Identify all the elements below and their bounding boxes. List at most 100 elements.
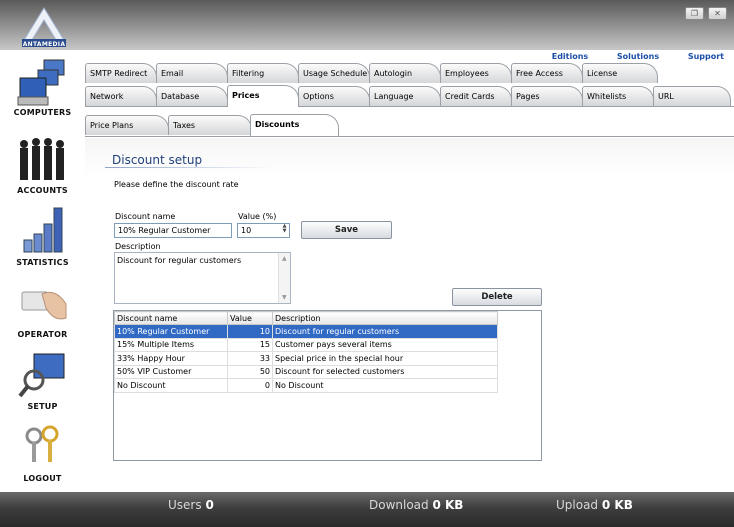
cell-description: No Discount	[272, 378, 498, 393]
main-content: Editions Solutions Support SMTP Redirect…	[85, 50, 734, 492]
status-bar: Users 0 Download 0 KB Upload 0 KB	[0, 492, 734, 527]
cell-description: Discount for selected customers	[272, 364, 498, 379]
tab-filtering[interactable]: Filtering	[227, 63, 299, 83]
description-textarea[interactable]: Discount for regular customers ▲ ▼	[114, 252, 291, 304]
cell-name: 15% Multiple Items	[114, 337, 228, 352]
tab-smtp-redirect[interactable]: SMTP Redirect	[85, 63, 157, 83]
sidebar-item-computers[interactable]: COMPUTERS	[0, 56, 85, 117]
operator-icon	[16, 278, 70, 328]
sidebar-label-accounts: ACCOUNTS	[17, 186, 68, 195]
column-header-description[interactable]: Description	[272, 311, 498, 325]
cell-description: Customer pays several items	[272, 337, 498, 352]
users-value: 0	[205, 498, 214, 512]
cell-name: 33% Happy Hour	[114, 351, 228, 366]
tab-row3-baseline	[85, 136, 734, 137]
cell-description: Special price in the special hour	[272, 351, 498, 366]
sidebar-label-statistics: STATISTICS	[16, 258, 69, 267]
sidebar-label-operator: OPERATOR	[17, 330, 68, 339]
accounts-icon	[16, 134, 70, 184]
description-text: Discount for regular customers	[117, 256, 242, 265]
sidebar-label-logout: LOGOUT	[23, 474, 62, 483]
table-row[interactable]: 33% Happy Hour 33 Special price in the s…	[114, 351, 498, 366]
cell-name: 50% VIP Customer	[114, 364, 228, 379]
cell-description: Discount for regular customers	[272, 324, 498, 339]
setup-icon	[16, 350, 70, 400]
table-row[interactable]: No Discount 0 No Discount	[114, 378, 498, 393]
tab-autologin[interactable]: Autologin	[369, 63, 441, 83]
tab-license[interactable]: License	[582, 63, 658, 83]
download-stat: Download 0 KB	[369, 498, 463, 512]
sidebar-item-setup[interactable]: SETUP	[0, 350, 85, 411]
description-scrollbar[interactable]: ▲ ▼	[278, 253, 290, 303]
section-title: Discount setup	[112, 153, 203, 167]
table-row[interactable]: 10% Regular Customer 10 Discount for reg…	[114, 324, 498, 339]
restore-button[interactable]: ❐	[685, 7, 704, 20]
tab-credit-cards[interactable]: Credit Cards	[440, 86, 512, 106]
tab-email[interactable]: Email	[156, 63, 228, 83]
table-row[interactable]: 50% VIP Customer 50 Discount for selecte…	[114, 364, 498, 379]
value-label: Value (%)	[238, 212, 277, 221]
column-header-value[interactable]: Value	[227, 311, 273, 325]
computers-icon	[16, 56, 70, 106]
table-header-row: Discount name Value Description	[114, 311, 498, 325]
sidebar-item-accounts[interactable]: ACCOUNTS	[0, 134, 85, 195]
section-underline	[105, 167, 275, 168]
delete-button[interactable]: Delete	[452, 288, 542, 306]
tab-employees[interactable]: Employees	[440, 63, 512, 83]
close-button[interactable]: ✕	[708, 7, 727, 20]
discount-name-label: Discount name	[115, 212, 176, 221]
discount-name-input[interactable]	[114, 223, 232, 238]
users-label: Users	[168, 498, 202, 512]
download-value: 0 KB	[432, 498, 464, 512]
solutions-link[interactable]: Solutions	[617, 52, 659, 61]
section-subtitle: Please define the discount rate	[114, 180, 239, 189]
logout-icon	[16, 422, 70, 472]
cell-name: No Discount	[114, 378, 228, 393]
tab-row2-baseline	[85, 106, 734, 107]
sidebar: COMPUTERS ACCOUNTS STATISTICS OPERATOR S…	[0, 50, 85, 492]
sidebar-label-setup: SETUP	[27, 402, 58, 411]
cell-value: 0	[227, 378, 273, 393]
tab-free-access[interactable]: Free Access	[511, 63, 583, 83]
cell-value: 33	[227, 351, 273, 366]
tab-discounts[interactable]: Discounts	[250, 114, 339, 136]
cell-name: 10% Regular Customer	[114, 324, 228, 339]
tab-usage-schedule[interactable]: Usage Schedule	[298, 63, 370, 83]
scroll-up-icon[interactable]: ▲	[282, 255, 287, 262]
tab-network[interactable]: Network	[85, 86, 157, 106]
editions-link[interactable]: Editions	[552, 52, 588, 61]
save-button[interactable]: Save	[301, 221, 392, 239]
tab-language[interactable]: Language	[369, 86, 441, 106]
cell-value: 50	[227, 364, 273, 379]
upload-value: 0 KB	[601, 498, 633, 512]
tab-price-plans[interactable]: Price Plans	[85, 115, 169, 135]
tab-pages[interactable]: Pages	[511, 86, 583, 106]
cell-value: 15	[227, 337, 273, 352]
tab-url[interactable]: URL	[653, 86, 731, 106]
value-stepper[interactable]: ▲▼	[237, 223, 290, 238]
support-link[interactable]: Support	[688, 52, 724, 61]
sidebar-item-logout[interactable]: LOGOUT	[0, 422, 85, 483]
logo-text: ANTAMEDIA	[22, 41, 66, 48]
antamedia-logo: ANTAMEDIA	[18, 6, 70, 48]
cell-value: 10	[227, 324, 273, 339]
column-header-name[interactable]: Discount name	[114, 311, 228, 325]
users-stat: Users 0	[168, 498, 214, 512]
sidebar-item-operator[interactable]: OPERATOR	[0, 278, 85, 339]
title-bar: ANTAMEDIA ❐ ✕	[0, 0, 734, 50]
upload-label: Upload	[556, 498, 599, 512]
download-label: Download	[369, 498, 429, 512]
spin-arrows-icon[interactable]: ▲ ▼	[280, 224, 289, 235]
tab-prices[interactable]: Prices	[227, 85, 299, 107]
statistics-icon	[16, 206, 70, 256]
description-label: Description	[115, 242, 161, 251]
tab-taxes[interactable]: Taxes	[168, 115, 252, 135]
tab-options[interactable]: Options	[298, 86, 370, 106]
tab-database[interactable]: Database	[156, 86, 228, 106]
tab-whitelists[interactable]: Whitelists	[582, 86, 654, 106]
table-row[interactable]: 15% Multiple Items 15 Customer pays seve…	[114, 337, 498, 352]
sidebar-item-statistics[interactable]: STATISTICS	[0, 206, 85, 267]
upload-stat: Upload 0 KB	[556, 498, 633, 512]
scroll-down-icon[interactable]: ▼	[282, 294, 287, 301]
discount-table[interactable]: Discount name Value Description 10% Regu…	[113, 310, 542, 461]
